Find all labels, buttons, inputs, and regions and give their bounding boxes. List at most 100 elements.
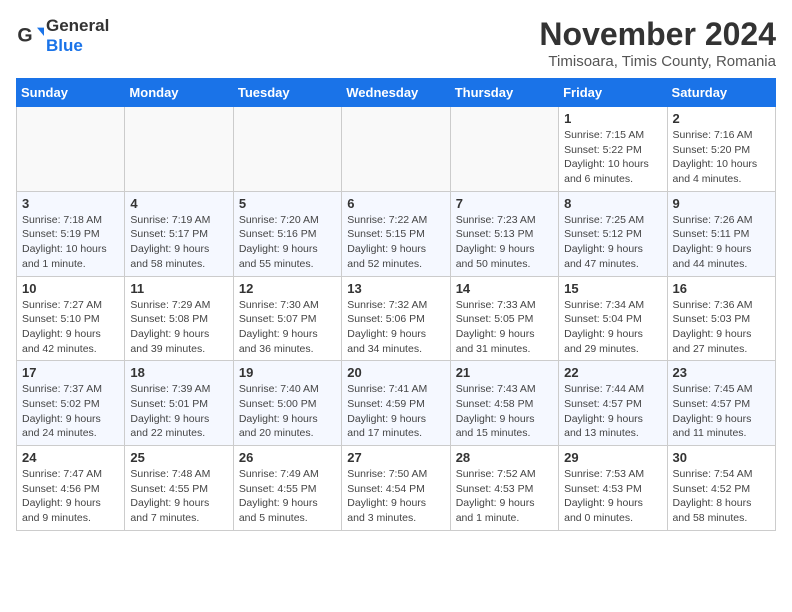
day-number: 27 xyxy=(347,450,444,465)
day-info: Sunrise: 7:39 AM Sunset: 5:01 PM Dayligh… xyxy=(130,382,227,441)
calendar-week-5: 24 Sunrise: 7:47 AM Sunset: 4:56 PM Dayli… xyxy=(17,446,776,531)
col-friday: Friday xyxy=(559,79,667,107)
calendar-cell: 7Sunrise: 7:23 AM Sunset: 5:13 PM Daylig… xyxy=(450,191,558,276)
day-info: Sunrise: 7:37 AM Sunset: 5:02 PM Dayligh… xyxy=(22,382,119,441)
page-header: G General Blue November 2024 Timisoara, … xyxy=(16,16,776,70)
day-info: Sunrise: 7:33 AM Sunset: 5:05 PM Dayligh… xyxy=(456,298,553,357)
day-number: 25 xyxy=(130,450,227,465)
day-number: 12 xyxy=(239,281,336,296)
day-number: 1 xyxy=(564,111,661,126)
day-number: 24 xyxy=(22,450,119,465)
col-sunday: Sunday xyxy=(17,79,125,107)
day-info: Sunrise: 7:54 AM Sunset: 4:52 PM Dayligh… xyxy=(673,467,770,526)
day-number: 11 xyxy=(130,281,227,296)
day-info: Sunrise: 7:43 AM Sunset: 4:58 PM Dayligh… xyxy=(456,382,553,441)
day-number: 29 xyxy=(564,450,661,465)
day-info: Sunrise: 7:34 AM Sunset: 5:04 PM Dayligh… xyxy=(564,298,661,357)
calendar-cell: 30 Sunrise: 7:54 AM Sunset: 4:52 PM Dayli… xyxy=(667,446,775,531)
calendar-table: Sunday Monday Tuesday Wednesday Thursday… xyxy=(16,78,776,531)
day-info: Sunrise: 7:47 AM Sunset: 4:56 PM Dayligh… xyxy=(22,467,119,526)
calendar-cell xyxy=(233,107,341,192)
calendar-week-3: 10 Sunrise: 7:27 AM Sunset: 5:10 PM Dayli… xyxy=(17,276,776,361)
day-info: Sunrise: 7:15 AM Sunset: 5:22 PM Dayligh… xyxy=(564,128,661,187)
calendar-cell: 20 Sunrise: 7:41 AM Sunset: 4:59 PM Dayli… xyxy=(342,361,450,446)
day-info: Sunrise: 7:16 AM Sunset: 5:20 PM Dayligh… xyxy=(673,128,770,187)
calendar-week-2: 3Sunrise: 7:18 AM Sunset: 5:19 PM Daylig… xyxy=(17,191,776,276)
day-info: Sunrise: 7:49 AM Sunset: 4:55 PM Dayligh… xyxy=(239,467,336,526)
day-number: 21 xyxy=(456,365,553,380)
calendar-cell: 21 Sunrise: 7:43 AM Sunset: 4:58 PM Dayli… xyxy=(450,361,558,446)
calendar-cell: 16 Sunrise: 7:36 AM Sunset: 5:03 PM Dayli… xyxy=(667,276,775,361)
col-monday: Monday xyxy=(125,79,233,107)
day-number: 22 xyxy=(564,365,661,380)
calendar-cell: 22 Sunrise: 7:44 AM Sunset: 4:57 PM Dayli… xyxy=(559,361,667,446)
calendar-cell: 18Sunrise: 7:39 AM Sunset: 5:01 PM Dayli… xyxy=(125,361,233,446)
calendar-cell: 19Sunrise: 7:40 AM Sunset: 5:00 PM Dayli… xyxy=(233,361,341,446)
day-info: Sunrise: 7:29 AM Sunset: 5:08 PM Dayligh… xyxy=(130,298,227,357)
logo-blue-text: Blue xyxy=(46,36,83,55)
calendar-cell: 28Sunrise: 7:52 AM Sunset: 4:53 PM Dayli… xyxy=(450,446,558,531)
day-info: Sunrise: 7:32 AM Sunset: 5:06 PM Dayligh… xyxy=(347,298,444,357)
svg-text:G: G xyxy=(17,25,32,47)
day-number: 6 xyxy=(347,196,444,211)
logo-general-text: General xyxy=(46,16,109,35)
day-info: Sunrise: 7:45 AM Sunset: 4:57 PM Dayligh… xyxy=(673,382,770,441)
day-info: Sunrise: 7:44 AM Sunset: 4:57 PM Dayligh… xyxy=(564,382,661,441)
day-number: 14 xyxy=(456,281,553,296)
day-info: Sunrise: 7:18 AM Sunset: 5:19 PM Dayligh… xyxy=(22,213,119,272)
calendar-cell: 24 Sunrise: 7:47 AM Sunset: 4:56 PM Dayli… xyxy=(17,446,125,531)
col-wednesday: Wednesday xyxy=(342,79,450,107)
calendar-cell: 1 Sunrise: 7:15 AM Sunset: 5:22 PM Daylig… xyxy=(559,107,667,192)
calendar-cell: 27 Sunrise: 7:50 AM Sunset: 4:54 PM Dayli… xyxy=(342,446,450,531)
day-number: 15 xyxy=(564,281,661,296)
calendar-cell: 3Sunrise: 7:18 AM Sunset: 5:19 PM Daylig… xyxy=(17,191,125,276)
logo-general: General xyxy=(46,16,109,36)
calendar-cell: 12 Sunrise: 7:30 AM Sunset: 5:07 PM Dayli… xyxy=(233,276,341,361)
day-info: Sunrise: 7:25 AM Sunset: 5:12 PM Dayligh… xyxy=(564,213,661,272)
day-number: 8 xyxy=(564,196,661,211)
day-info: Sunrise: 7:30 AM Sunset: 5:07 PM Dayligh… xyxy=(239,298,336,357)
calendar-cell xyxy=(342,107,450,192)
day-number: 13 xyxy=(347,281,444,296)
day-info: Sunrise: 7:50 AM Sunset: 4:54 PM Dayligh… xyxy=(347,467,444,526)
calendar-cell: 8 Sunrise: 7:25 AM Sunset: 5:12 PM Daylig… xyxy=(559,191,667,276)
calendar-cell: 17 Sunrise: 7:37 AM Sunset: 5:02 PM Dayli… xyxy=(17,361,125,446)
day-number: 9 xyxy=(673,196,770,211)
calendar-cell xyxy=(450,107,558,192)
day-number: 5 xyxy=(239,196,336,211)
day-info: Sunrise: 7:26 AM Sunset: 5:11 PM Dayligh… xyxy=(673,213,770,272)
day-info: Sunrise: 7:41 AM Sunset: 4:59 PM Dayligh… xyxy=(347,382,444,441)
calendar-cell: 25Sunrise: 7:48 AM Sunset: 4:55 PM Dayli… xyxy=(125,446,233,531)
day-number: 2 xyxy=(673,111,770,126)
logo: G General Blue xyxy=(16,16,109,56)
calendar-cell: 6 Sunrise: 7:22 AM Sunset: 5:15 PM Daylig… xyxy=(342,191,450,276)
calendar-cell: 10 Sunrise: 7:27 AM Sunset: 5:10 PM Dayli… xyxy=(17,276,125,361)
logo-blue: Blue xyxy=(46,36,109,56)
day-number: 20 xyxy=(347,365,444,380)
day-number: 23 xyxy=(673,365,770,380)
day-number: 17 xyxy=(22,365,119,380)
day-info: Sunrise: 7:19 AM Sunset: 5:17 PM Dayligh… xyxy=(130,213,227,272)
calendar-cell: 23 Sunrise: 7:45 AM Sunset: 4:57 PM Dayli… xyxy=(667,361,775,446)
day-number: 28 xyxy=(456,450,553,465)
calendar-body: 1 Sunrise: 7:15 AM Sunset: 5:22 PM Daylig… xyxy=(17,107,776,531)
day-info: Sunrise: 7:20 AM Sunset: 5:16 PM Dayligh… xyxy=(239,213,336,272)
day-number: 16 xyxy=(673,281,770,296)
calendar-week-1: 1 Sunrise: 7:15 AM Sunset: 5:22 PM Daylig… xyxy=(17,107,776,192)
calendar-cell: 15 Sunrise: 7:34 AM Sunset: 5:04 PM Dayli… xyxy=(559,276,667,361)
day-number: 30 xyxy=(673,450,770,465)
day-info: Sunrise: 7:27 AM Sunset: 5:10 PM Dayligh… xyxy=(22,298,119,357)
day-info: Sunrise: 7:40 AM Sunset: 5:00 PM Dayligh… xyxy=(239,382,336,441)
location-title: Timisoara, Timis County, Romania xyxy=(539,53,776,70)
month-title: November 2024 xyxy=(539,16,776,53)
day-number: 7 xyxy=(456,196,553,211)
header-row: Sunday Monday Tuesday Wednesday Thursday… xyxy=(17,79,776,107)
day-number: 10 xyxy=(22,281,119,296)
day-number: 4 xyxy=(130,196,227,211)
calendar-cell: 4 Sunrise: 7:19 AM Sunset: 5:17 PM Daylig… xyxy=(125,191,233,276)
col-tuesday: Tuesday xyxy=(233,79,341,107)
day-info: Sunrise: 7:22 AM Sunset: 5:15 PM Dayligh… xyxy=(347,213,444,272)
title-block: November 2024 Timisoara, Timis County, R… xyxy=(539,16,776,70)
day-info: Sunrise: 7:36 AM Sunset: 5:03 PM Dayligh… xyxy=(673,298,770,357)
logo-icon: G xyxy=(16,22,44,50)
